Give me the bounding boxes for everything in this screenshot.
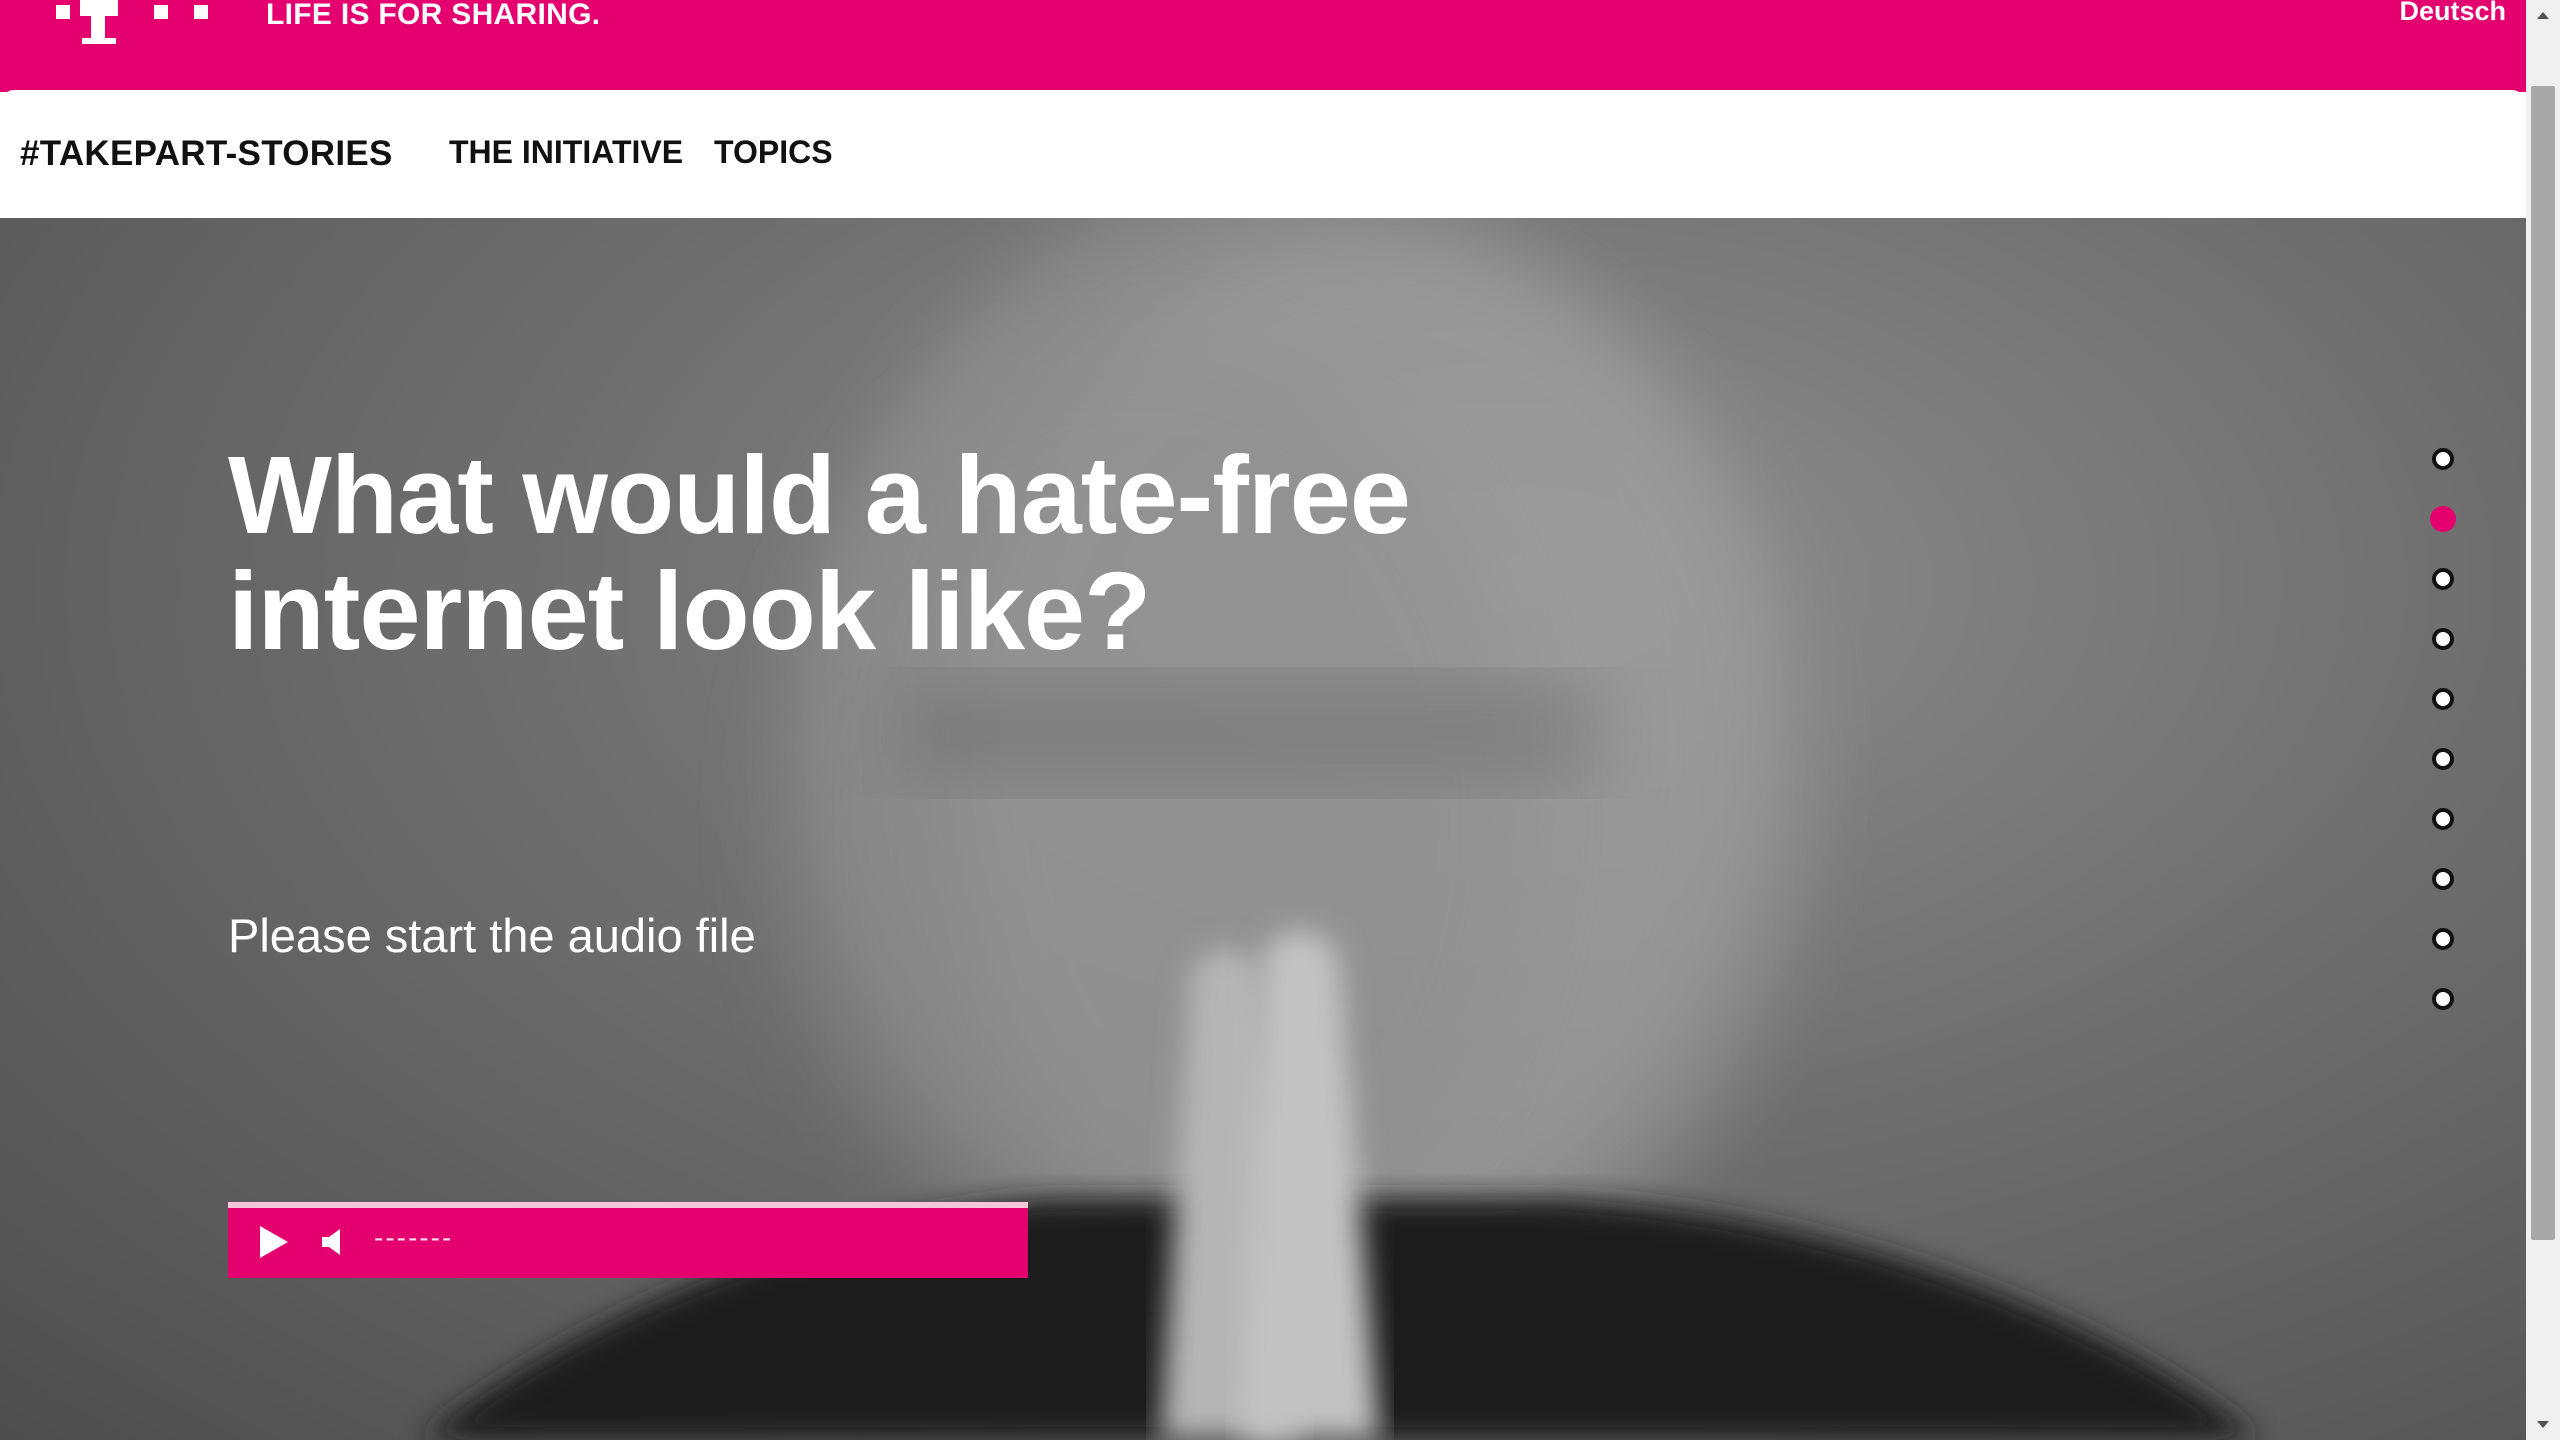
- audio-time-display: -------: [374, 1222, 454, 1253]
- scroll-up-arrow-icon[interactable]: [2526, 0, 2560, 30]
- audio-player: -------: [228, 1202, 1028, 1278]
- volume-icon[interactable]: [320, 1226, 350, 1258]
- logo-t-foot: [82, 38, 116, 44]
- logo-dot: [56, 5, 70, 19]
- hero-section: What would a hate-free internet look lik…: [0, 218, 2526, 1440]
- hero-headline: What would a hate-free internet look lik…: [228, 438, 1528, 670]
- nav-item-topics[interactable]: TOPICS: [714, 134, 833, 171]
- scrollbar-thumb[interactable]: [2531, 86, 2555, 1240]
- slide-dot-5[interactable]: [2432, 688, 2454, 710]
- slide-dot-1[interactable]: [2432, 448, 2454, 470]
- slide-dot-9[interactable]: [2432, 928, 2454, 950]
- site-brand-link[interactable]: #TAKEPART-STORIES: [20, 134, 393, 174]
- vertical-scrollbar[interactable]: [2526, 0, 2560, 1440]
- brand-slogan: LIFE IS FOR SHARING.: [266, 0, 601, 31]
- page: LIFE IS FOR SHARING. Deutsch #TAKEPART-S…: [0, 0, 2560, 1440]
- slide-dot-8[interactable]: [2432, 868, 2454, 890]
- hero-headline-line-1: What would a hate-free: [228, 434, 1411, 557]
- language-switch-link[interactable]: Deutsch: [2399, 0, 2506, 27]
- play-icon[interactable]: [256, 1224, 292, 1260]
- slide-dot-3[interactable]: [2432, 568, 2454, 590]
- slide-dot-4[interactable]: [2432, 628, 2454, 650]
- nav-item-the-initiative[interactable]: THE INITIATIVE: [449, 134, 683, 171]
- top-brand-bar: LIFE IS FOR SHARING. Deutsch: [0, 0, 2526, 92]
- audio-progress-bar[interactable]: [228, 1202, 1028, 1208]
- telekom-t-logo-icon[interactable]: [56, 0, 212, 46]
- slide-dot-6[interactable]: [2432, 748, 2454, 770]
- main-navigation: #TAKEPART-STORIES THE INITIATIVE TOPICS: [0, 90, 2526, 218]
- logo-dot: [194, 5, 208, 19]
- slide-dot-10[interactable]: [2432, 988, 2454, 1010]
- logo-dot: [154, 5, 168, 19]
- slide-dot-2[interactable]: [2430, 506, 2456, 532]
- hero-headline-line-2: internet look like?: [228, 550, 1151, 673]
- audio-prompt-text: Please start the audio file: [228, 909, 756, 962]
- logo-t-stem: [91, 0, 105, 42]
- slide-dot-7[interactable]: [2432, 808, 2454, 830]
- scroll-down-arrow-icon[interactable]: [2526, 1410, 2560, 1440]
